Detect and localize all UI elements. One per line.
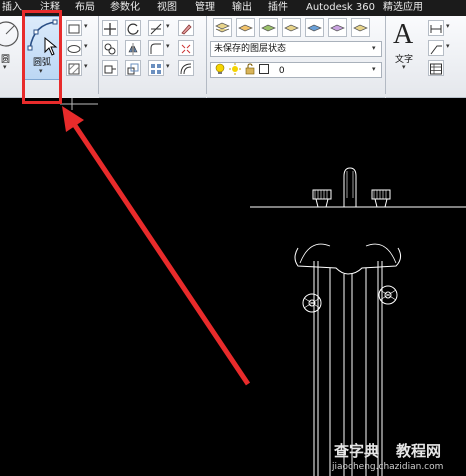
- chevron-down-icon[interactable]: ▾: [84, 22, 88, 30]
- menu-view[interactable]: 视图: [157, 1, 177, 15]
- mirror-icon: [128, 43, 138, 55]
- current-layer-value: 0: [278, 66, 285, 76]
- fillet-tool-button[interactable]: [148, 40, 164, 56]
- move-tool-button[interactable]: [102, 20, 118, 36]
- rectangle-tool-button[interactable]: [66, 20, 82, 36]
- chevron-down-icon[interactable]: ▾: [446, 42, 450, 50]
- rotate-icon: [127, 23, 139, 35]
- explode-tool-button[interactable]: [178, 40, 194, 56]
- current-layer-dropdown[interactable]: 0: [210, 62, 382, 78]
- chevron-down-icon[interactable]: ▾: [84, 42, 88, 50]
- layer-tool-button-2[interactable]: [236, 18, 255, 37]
- leader-icon: [430, 45, 442, 55]
- menu-featured-apps[interactable]: 精选应用: [383, 1, 423, 15]
- circle-icon: [0, 21, 19, 47]
- chevron-down-icon[interactable]: ▾: [372, 65, 376, 73]
- scale-icon: [127, 63, 139, 75]
- offset-tool-button[interactable]: [178, 60, 194, 76]
- table-tool-button[interactable]: [428, 60, 444, 76]
- hatch-icon: [68, 63, 80, 75]
- layer-tool-button-3[interactable]: [259, 18, 278, 37]
- circle-button[interactable]: 圆 ▾: [0, 18, 20, 80]
- panel-separator: [206, 16, 207, 94]
- layer-properties-icon: [215, 22, 230, 33]
- layer-tool-button-5[interactable]: [305, 18, 324, 37]
- text-button[interactable]: A 文字 ▾: [389, 18, 423, 80]
- layer-properties-button[interactable]: [213, 18, 232, 37]
- erase-tool-button[interactable]: [178, 20, 194, 36]
- chevron-down-icon: ▾: [402, 63, 406, 71]
- array-icon: [151, 64, 161, 74]
- chevron-down-icon[interactable]: ▾: [166, 42, 170, 50]
- sun-icon: [228, 63, 241, 75]
- copy-tool-button[interactable]: [102, 40, 118, 56]
- layer-tool-button-7[interactable]: [351, 18, 370, 37]
- watermark-site-name: 查字典: [334, 442, 380, 460]
- color-swatch-icon: [258, 64, 269, 74]
- offset-icon: [180, 63, 192, 75]
- menu-parametric[interactable]: 参数化: [110, 1, 140, 15]
- move-icon: [104, 23, 116, 35]
- layer-tool-button-6[interactable]: [328, 18, 347, 37]
- dimension-tool-button[interactable]: [428, 20, 444, 36]
- sink-drawing: [60, 98, 466, 476]
- array-tool-button[interactable]: [148, 60, 164, 76]
- drawing-canvas[interactable]: [0, 98, 466, 476]
- trim-tool-button[interactable]: [148, 20, 164, 36]
- layer-state-value: 未保存的图层状态: [214, 44, 287, 54]
- ellipse-tool-button[interactable]: [66, 40, 82, 56]
- chevron-down-icon[interactable]: ▾: [372, 44, 376, 52]
- layer-icon: [261, 24, 276, 32]
- fillet-icon: [150, 43, 161, 54]
- menu-insert[interactable]: 插入: [2, 1, 22, 15]
- layer-state-dropdown[interactable]: 未保存的图层状态: [210, 41, 382, 57]
- panel-separator: [385, 16, 386, 94]
- watermark: 查字典 教程网 jiaocheng.chazidian.com: [330, 440, 466, 476]
- layer-tool-button-4[interactable]: [282, 18, 301, 37]
- menu-autodesk360[interactable]: Autodesk 360: [306, 1, 375, 15]
- menu-manage[interactable]: 管理: [195, 1, 215, 15]
- highlight-box: [22, 10, 62, 104]
- menu-bar: 插入 注释 布局 参数化 视图 管理 输出 插件 Autodesk 360 精选…: [0, 0, 466, 16]
- lightbulb-icon: [215, 63, 225, 74]
- menu-output[interactable]: 输出: [232, 1, 252, 15]
- unlock-icon: [245, 63, 255, 75]
- table-icon: [430, 63, 442, 75]
- text-a-icon: A: [393, 19, 414, 50]
- explode-icon: [181, 44, 191, 54]
- rotate-tool-button[interactable]: [125, 20, 141, 36]
- ellipse-icon: [67, 45, 81, 53]
- copy-icon: [104, 43, 116, 55]
- layer-icon: [353, 24, 368, 32]
- chevron-down-icon[interactable]: ▾: [166, 62, 170, 70]
- menu-plugins[interactable]: 插件: [268, 1, 288, 15]
- trim-icon: [150, 23, 162, 35]
- layer-status-icons: [214, 63, 276, 77]
- watermark-url: jiaocheng.chazidian.com: [332, 462, 444, 472]
- chevron-down-icon[interactable]: ▾: [446, 22, 450, 30]
- stretch-icon: [104, 65, 116, 74]
- stretch-tool-button[interactable]: [102, 60, 118, 76]
- ribbon: 圆 ▾ 圆弧 ▾ ▾ ▾ ▾ ▾ ▾ ▾ 未保存的图层状态 ▾ 0 ▾ A 文字…: [0, 16, 466, 125]
- mirror-tool-button[interactable]: [125, 40, 141, 56]
- menu-layout[interactable]: 布局: [75, 1, 95, 15]
- hatch-tool-button[interactable]: [66, 60, 82, 76]
- layer-icon: [238, 24, 253, 32]
- dimension-icon: [430, 25, 442, 33]
- scale-tool-button[interactable]: [125, 60, 141, 76]
- leader-tool-button[interactable]: [428, 40, 444, 56]
- layer-icon: [330, 24, 345, 32]
- chevron-down-icon[interactable]: ▾: [84, 62, 88, 70]
- chevron-down-icon[interactable]: ▾: [166, 22, 170, 30]
- rectangle-icon: [68, 24, 80, 34]
- panel-separator: [98, 16, 99, 94]
- layer-icon: [307, 24, 322, 32]
- layer-icon: [284, 24, 299, 32]
- watermark-site-sub: 教程网: [396, 442, 442, 460]
- erase-icon: [181, 24, 192, 35]
- chevron-down-icon: ▾: [3, 63, 7, 71]
